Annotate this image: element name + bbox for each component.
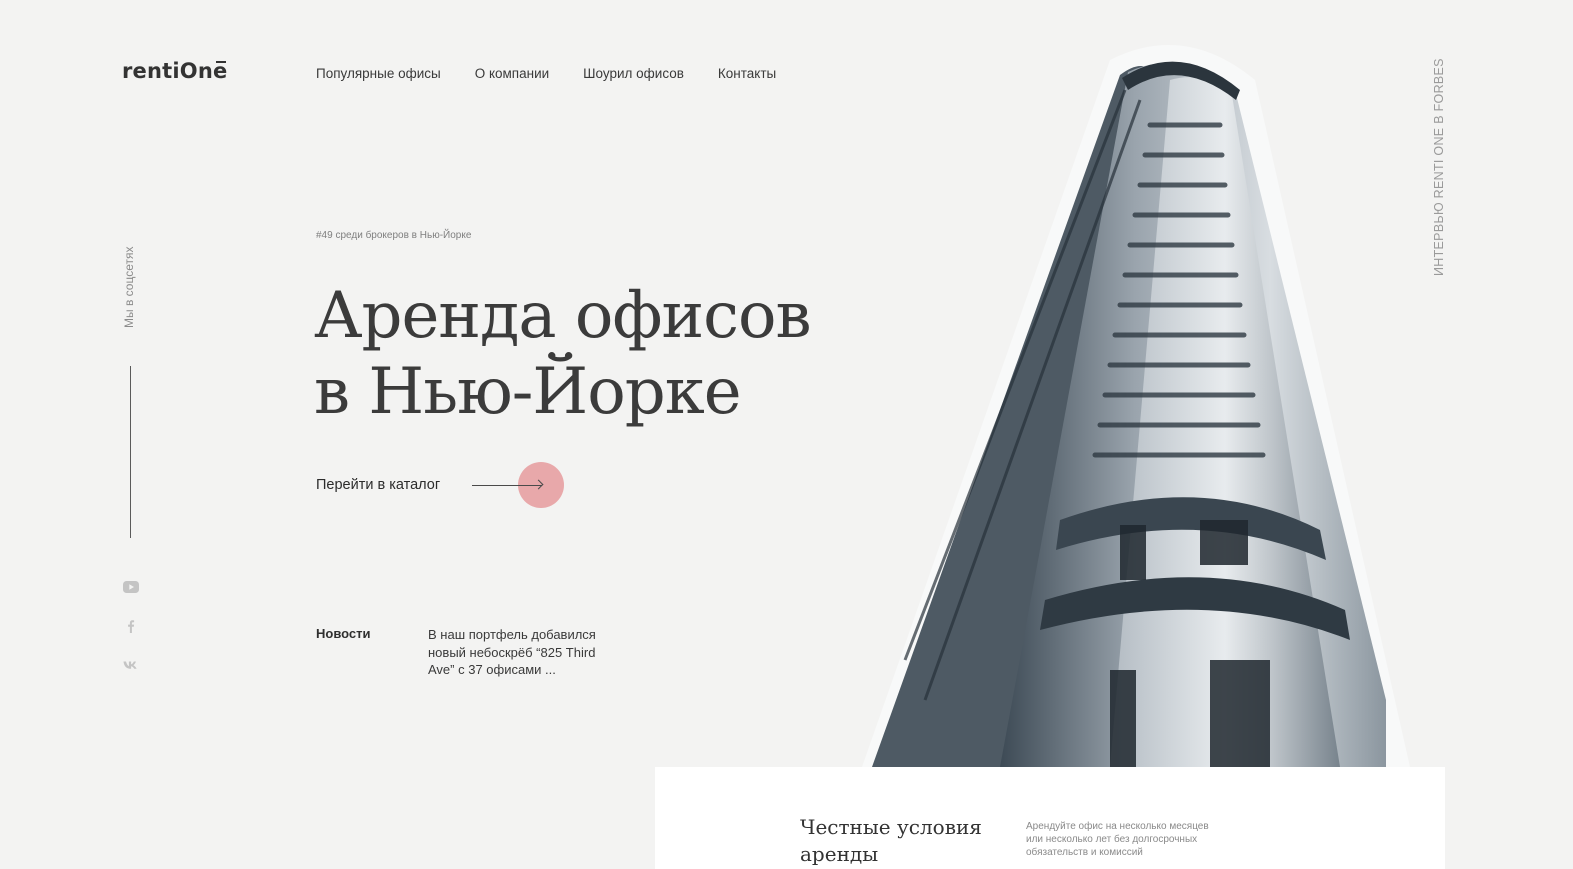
catalog-button[interactable]: Перейти в каталог bbox=[316, 462, 568, 508]
feature-card: Честные условия аренды Арендуйте офис на… bbox=[655, 767, 1445, 869]
main-nav: Популярные офисы О компании Шоурил офисо… bbox=[316, 66, 776, 81]
vk-icon[interactable] bbox=[121, 657, 141, 673]
page-title-line-1: Аренда офисов bbox=[314, 279, 812, 353]
broker-rank: #49 среди брокеров в Нью-Йорке bbox=[316, 230, 472, 241]
facebook-icon[interactable] bbox=[121, 618, 141, 634]
feature-title: Честные условия аренды bbox=[800, 815, 982, 866]
arrow-right-icon bbox=[448, 462, 568, 508]
logo-macron bbox=[216, 61, 227, 63]
logo[interactable]: rentiOne bbox=[122, 59, 227, 83]
news-item[interactable]: В наш портфель добавился новый небоскрёб… bbox=[428, 626, 618, 679]
social-divider bbox=[130, 366, 131, 538]
youtube-icon[interactable] bbox=[121, 579, 141, 595]
nav-popular-offices[interactable]: Популярные офисы bbox=[316, 66, 441, 81]
nav-showreel[interactable]: Шоурил офисов bbox=[583, 66, 684, 81]
nav-about-company[interactable]: О компании bbox=[475, 66, 549, 81]
logo-text: rentiOne bbox=[122, 59, 228, 83]
news-label: Новости bbox=[316, 626, 371, 641]
social-label: Мы в соцсетях bbox=[122, 246, 136, 328]
building-image bbox=[820, 0, 1460, 768]
page-title: Аренда офисов в Нью-Йорке bbox=[314, 278, 812, 430]
catalog-button-label: Перейти в каталог bbox=[316, 477, 441, 493]
page-title-line-2: в Нью-Йорке bbox=[314, 355, 742, 429]
arrow-line bbox=[472, 484, 543, 486]
nav-contacts[interactable]: Контакты bbox=[718, 66, 776, 81]
feature-description: Арендуйте офис на несколько месяцев или … bbox=[1026, 821, 1209, 858]
